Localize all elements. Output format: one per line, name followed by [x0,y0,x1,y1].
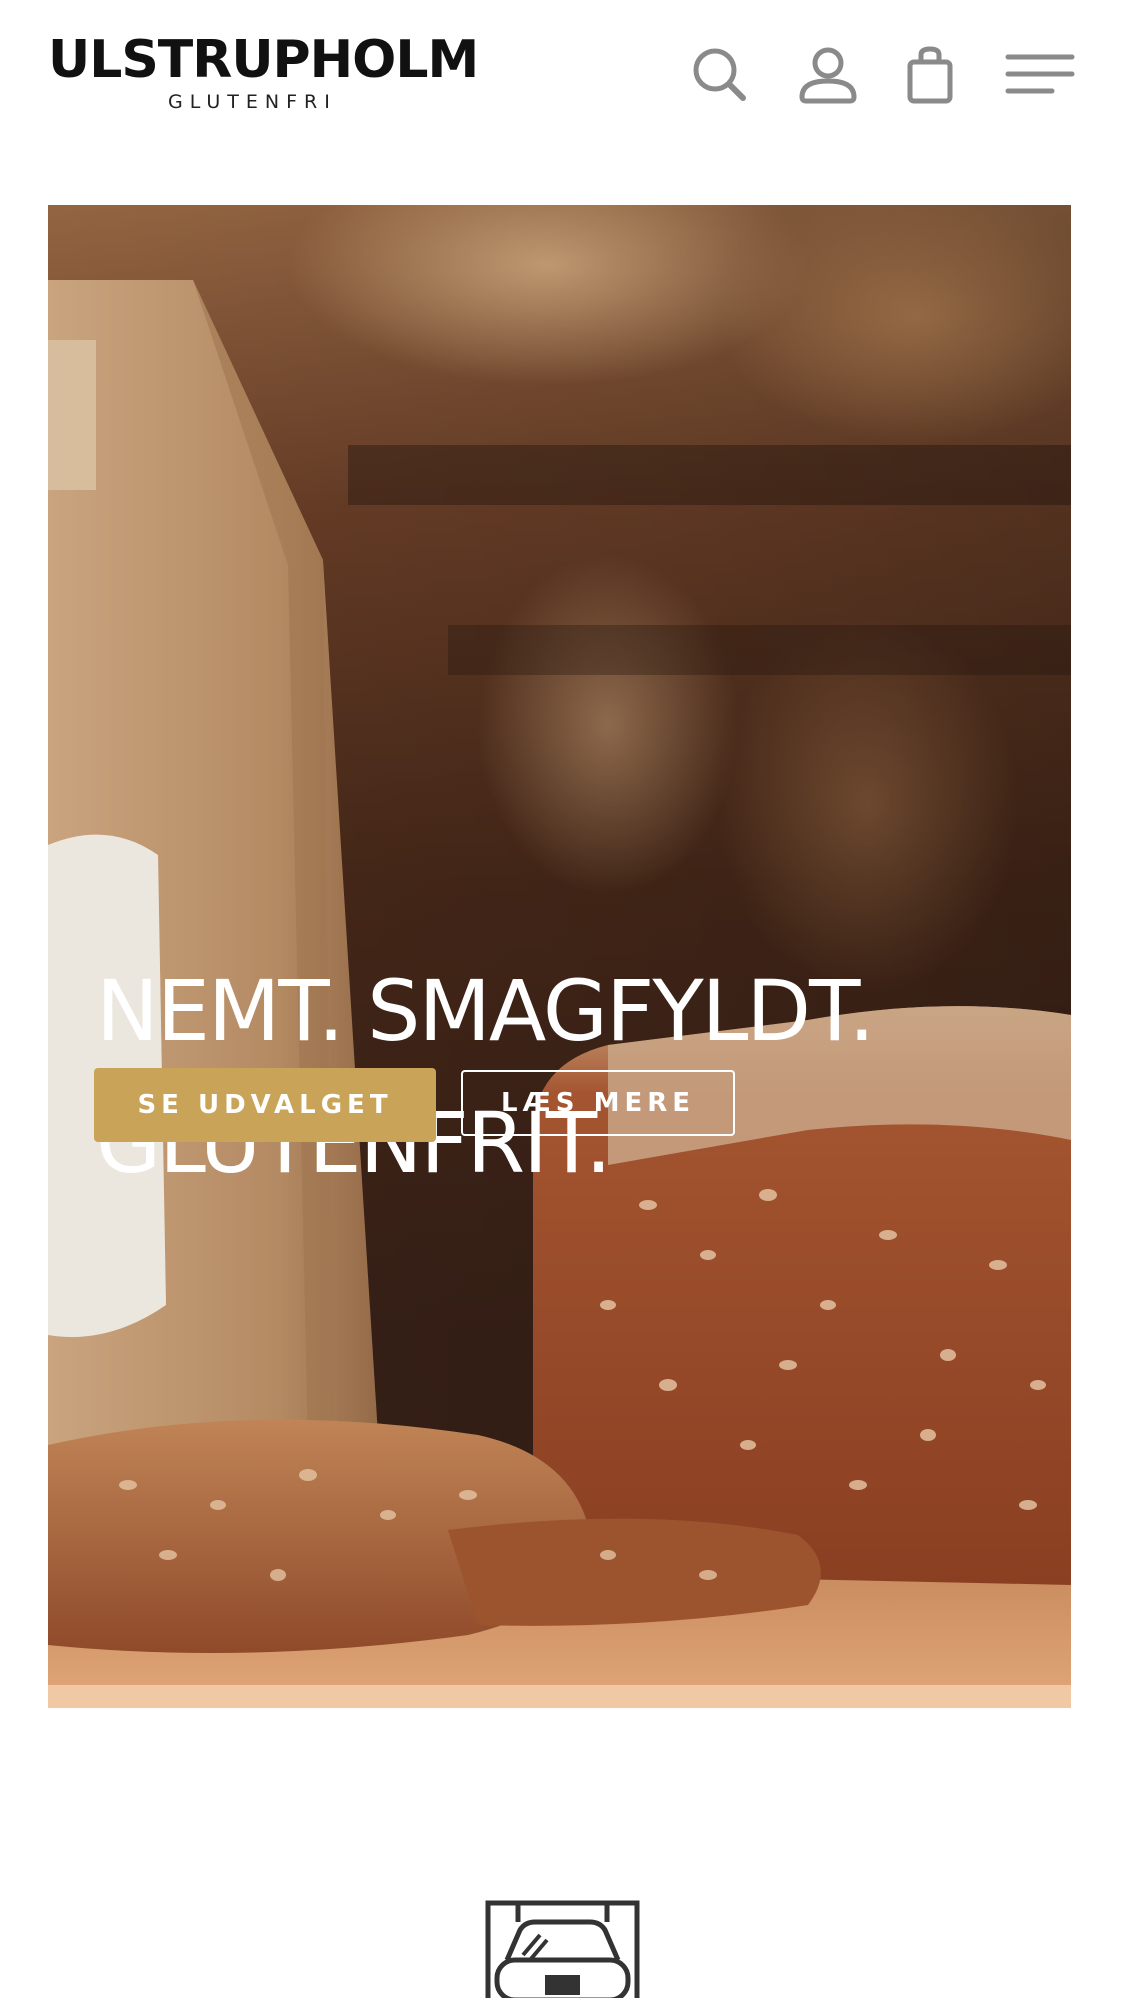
hamburger-menu-icon [1005,54,1075,94]
search-button[interactable] [685,40,755,110]
see-selection-button[interactable]: SE UDVALGET [94,1068,436,1142]
cart-button[interactable] [895,40,965,110]
search-icon [693,48,746,101]
site-logo[interactable]: ULSTRUPHOLM GLUTENFRI [48,30,480,120]
shopping-bag-icon [907,46,953,104]
oven-icon [485,1900,640,1998]
hero-headline-line-1: NEMT. SMAGFYLDT. [96,962,875,1060]
account-button[interactable] [793,40,863,110]
hero-banner: NEMT. SMAGFYLDT. GLUTENFRIT. SE UDVALGET… [48,205,1071,1708]
logo-name: ULSTRUPHOLM [48,30,479,90]
user-icon [799,47,857,104]
logo-tagline: GLUTENFRI [168,91,337,113]
menu-button[interactable] [1005,40,1075,110]
site-header: ULSTRUPHOLM GLUTENFRI [0,0,1125,150]
read-more-button[interactable]: LÆS MERE [461,1070,735,1136]
